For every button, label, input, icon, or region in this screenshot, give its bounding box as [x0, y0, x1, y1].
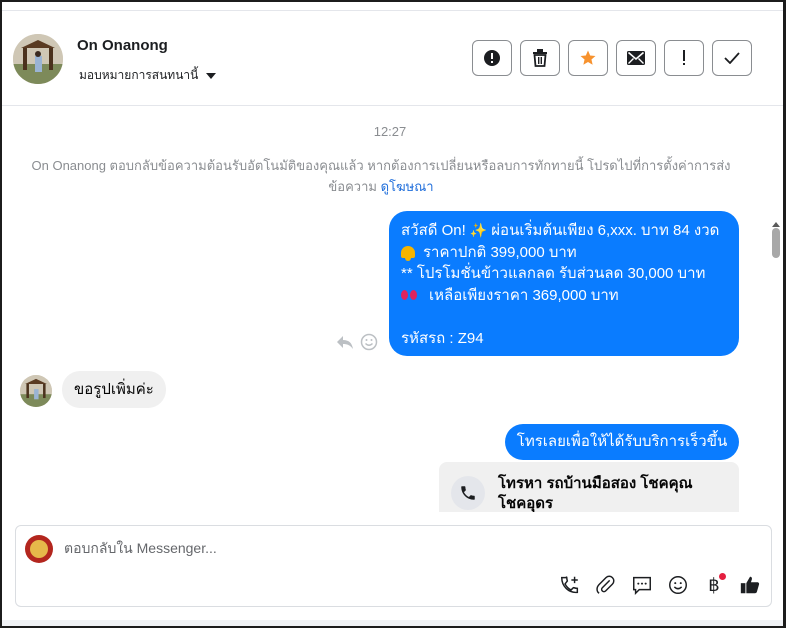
thumbs-up-icon[interactable]	[738, 573, 762, 597]
page-avatar	[25, 535, 53, 563]
message-line: ** โปรโมชั่นข้าวแลกลด รับส่วนลด 30,000 บ…	[401, 265, 706, 282]
ribbon-icon	[401, 289, 417, 301]
system-notice: On Onanong ตอบกลับข้อความต้อนรับอัตโนมัต…	[18, 155, 744, 197]
reply-icon[interactable]	[336, 334, 354, 350]
follow-up-button[interactable]	[664, 40, 704, 76]
caret-down-icon	[206, 72, 217, 79]
thread-scrollbar[interactable]	[772, 222, 782, 512]
checkmark-icon	[724, 52, 740, 64]
trash-icon	[533, 49, 547, 67]
add-call-icon[interactable]	[558, 573, 582, 597]
message-timestamp: 12:27	[373, 124, 407, 139]
star-icon	[580, 50, 596, 65]
message-actions	[336, 333, 378, 351]
sparkles-icon: ✨	[469, 222, 488, 238]
incoming-message[interactable]: ขอรูปเพิ่มค่ะ	[62, 371, 166, 408]
outgoing-message-call[interactable]: โทรเลยเพื่อให้ได้รับบริการเร็วขึ้น	[505, 424, 739, 460]
contact-avatar-small[interactable]	[20, 375, 52, 407]
message-line: สวัสดี On! ✨ ผ่อนเริ่มต้นเพียง 6,xxx. บาท…	[401, 220, 727, 242]
call-card-label: โทรหา รถบ้านมือสอง โชคคุณ โชคอุดร	[498, 475, 693, 512]
envelope-icon	[627, 51, 645, 65]
mark-unread-button[interactable]	[616, 40, 656, 76]
conversation-header: On Onanong มอบหมายการสนทนานี้	[2, 10, 783, 106]
reply-input[interactable]	[64, 540, 664, 556]
scroll-thumb[interactable]	[772, 228, 780, 258]
call-button-card[interactable]: โทรหา รถบ้านมือสอง โชคคุณ โชคอุดร	[439, 462, 739, 512]
assign-label: มอบหมายการสนทนานี้	[79, 68, 199, 82]
done-button[interactable]	[712, 40, 752, 76]
message-line: เหลือเพียงราคา 369,000 บาท	[401, 285, 727, 307]
conversation-actions	[472, 40, 752, 76]
delete-button[interactable]	[520, 40, 560, 76]
outgoing-message-promo[interactable]: สวัสดี On! ✨ ผ่อนเริ่มต้นเพียง 6,xxx. บาท…	[389, 211, 739, 356]
star-button[interactable]	[568, 40, 608, 76]
paperclip-icon[interactable]	[594, 573, 618, 597]
baht-symbol: ฿	[708, 574, 720, 596]
saved-reply-icon[interactable]	[630, 573, 654, 597]
notification-dot	[719, 573, 726, 580]
exclamation-icon	[683, 50, 685, 65]
spam-button[interactable]	[472, 40, 512, 76]
assign-conversation-dropdown[interactable]: มอบหมายการสนทนานี้	[79, 66, 217, 85]
bottom-strip	[2, 620, 783, 626]
bell-icon	[401, 246, 415, 262]
message-line: ราคาปกติ 399,000 บาท	[401, 242, 727, 264]
message-thread[interactable]: 12:27 On Onanong ตอบกลับข้อความต้อนรับอั…	[2, 107, 783, 512]
message-line: รหัสรถ : Z94	[401, 329, 484, 347]
view-ad-link[interactable]: ดูโฆษณา	[381, 179, 434, 194]
composer-toolbar: ฿	[558, 573, 762, 597]
emoji-icon[interactable]	[666, 573, 690, 597]
inbox-conversation-panel: On Onanong มอบหมายการสนทนานี้ 12:27 On O…	[0, 0, 786, 628]
alert-circle-icon	[484, 50, 500, 66]
contact-avatar[interactable]	[13, 34, 63, 84]
phone-icon	[451, 476, 485, 510]
react-emoji-icon[interactable]	[360, 333, 378, 351]
baht-payment-icon[interactable]: ฿	[702, 573, 726, 597]
reply-composer: ฿	[15, 525, 772, 607]
contact-name[interactable]: On Onanong	[77, 37, 168, 54]
scroll-up-arrow-icon[interactable]	[772, 222, 780, 227]
